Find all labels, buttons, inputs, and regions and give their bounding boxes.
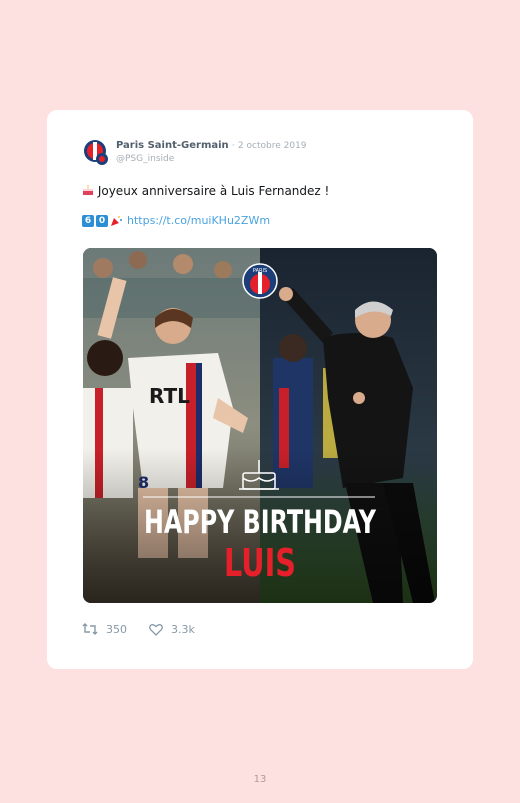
psg-crest-icon: PARIS: [242, 263, 278, 299]
retweet-icon: [82, 623, 98, 635]
heart-icon: [149, 623, 163, 636]
tweet-text-line-2: 6 0 https://t.co/muiKHu2ZWm: [82, 214, 270, 227]
retweet-count: 350: [106, 622, 127, 636]
display-name[interactable]: Paris Saint-Germain: [116, 140, 229, 151]
page-number: 13: [253, 774, 267, 785]
user-handle[interactable]: @PSG_inside: [116, 154, 174, 164]
tweet-card: Paris Saint-Germain · 2 octobre 2019 @PS…: [47, 110, 473, 669]
avatar[interactable]: [82, 138, 110, 166]
like-action[interactable]: 3.3k: [149, 623, 195, 636]
separator-dot: ·: [231, 141, 235, 151]
cake-icon: [83, 185, 93, 195]
tweet-text-line-1: Joyeux anniversaire à Luis Fernandez !: [82, 184, 329, 198]
birthday-graphic: RTL 8: [83, 248, 437, 603]
retweet-action[interactable]: 350: [82, 622, 127, 636]
like-count: 3.3k: [171, 622, 195, 636]
jersey-text: RTL: [149, 384, 190, 408]
party-popper-icon: [111, 215, 122, 226]
tweet-media-image[interactable]: RTL 8: [83, 248, 437, 603]
psg-avatar-icon: [84, 140, 108, 165]
tweet-date[interactable]: 2 octobre 2019: [238, 141, 307, 151]
tweet-message: Joyeux anniversaire à Luis Fernandez !: [97, 184, 330, 198]
tweet-actions: 350 3.3k: [82, 622, 217, 636]
banner-title: HAPPY BIRTHDAY: [144, 503, 377, 541]
tweet-link[interactable]: https://t.co/muiKHu2ZWm: [127, 214, 270, 227]
banner-name: LUIS: [224, 541, 296, 585]
digit-badge-0: 0: [96, 214, 108, 227]
digit-badge-6: 6: [82, 214, 94, 227]
name-row: Paris Saint-Germain · 2 octobre 2019: [116, 140, 307, 151]
crest-text: PARIS: [253, 268, 267, 274]
